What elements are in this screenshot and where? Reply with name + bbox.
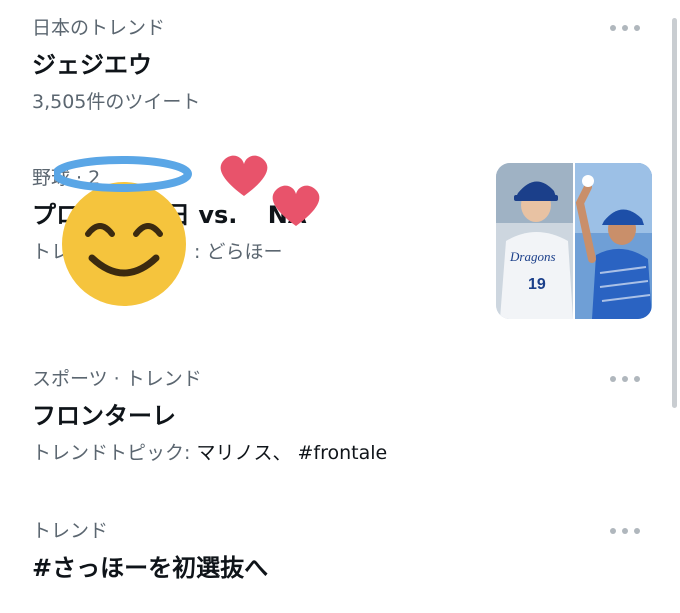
trend-title: ジェジエウ <box>32 51 152 79</box>
scrollbar[interactable] <box>672 18 677 408</box>
trend-item-3[interactable]: スポーツ · トレンド フロンターレ トレンドトピック: マリノス、 #fron… <box>32 367 640 465</box>
more-horizontal-icon[interactable] <box>610 375 640 383</box>
two-hearts-icon <box>220 155 320 226</box>
trend-title: #さっほーを初選抜へ <box>32 554 269 582</box>
trend-topics-label: トレンドトピック: <box>32 442 197 464</box>
trend-context: トレンド <box>32 520 109 542</box>
trend-context: 日本のトレンド <box>32 17 166 39</box>
jersey-text: Dragons <box>509 249 556 264</box>
more-horizontal-icon[interactable] <box>610 527 640 535</box>
more-horizontal-icon[interactable] <box>610 24 640 32</box>
trend-topics: トレンドトピック: マリノス、 #frontale <box>32 441 640 465</box>
trend-thumbnail[interactable]: Dragons 19 <box>496 163 652 319</box>
trend-topics-values: マリノス、 #frontale <box>196 442 388 464</box>
smiling-face-with-halo-icon <box>54 156 192 306</box>
jersey-number: 19 <box>528 276 546 293</box>
trend-item-1[interactable]: 日本のトレンド ジェジエウ 3,505件のツイート <box>32 16 640 114</box>
trend-item-4[interactable]: トレンド #さっほーを初選抜へ <box>32 519 640 583</box>
trend-context: スポーツ · トレンド <box>32 368 202 390</box>
trend-title: フロンターレ <box>32 402 176 430</box>
trend-tweet-count: 3,505件のツイート <box>32 91 201 113</box>
